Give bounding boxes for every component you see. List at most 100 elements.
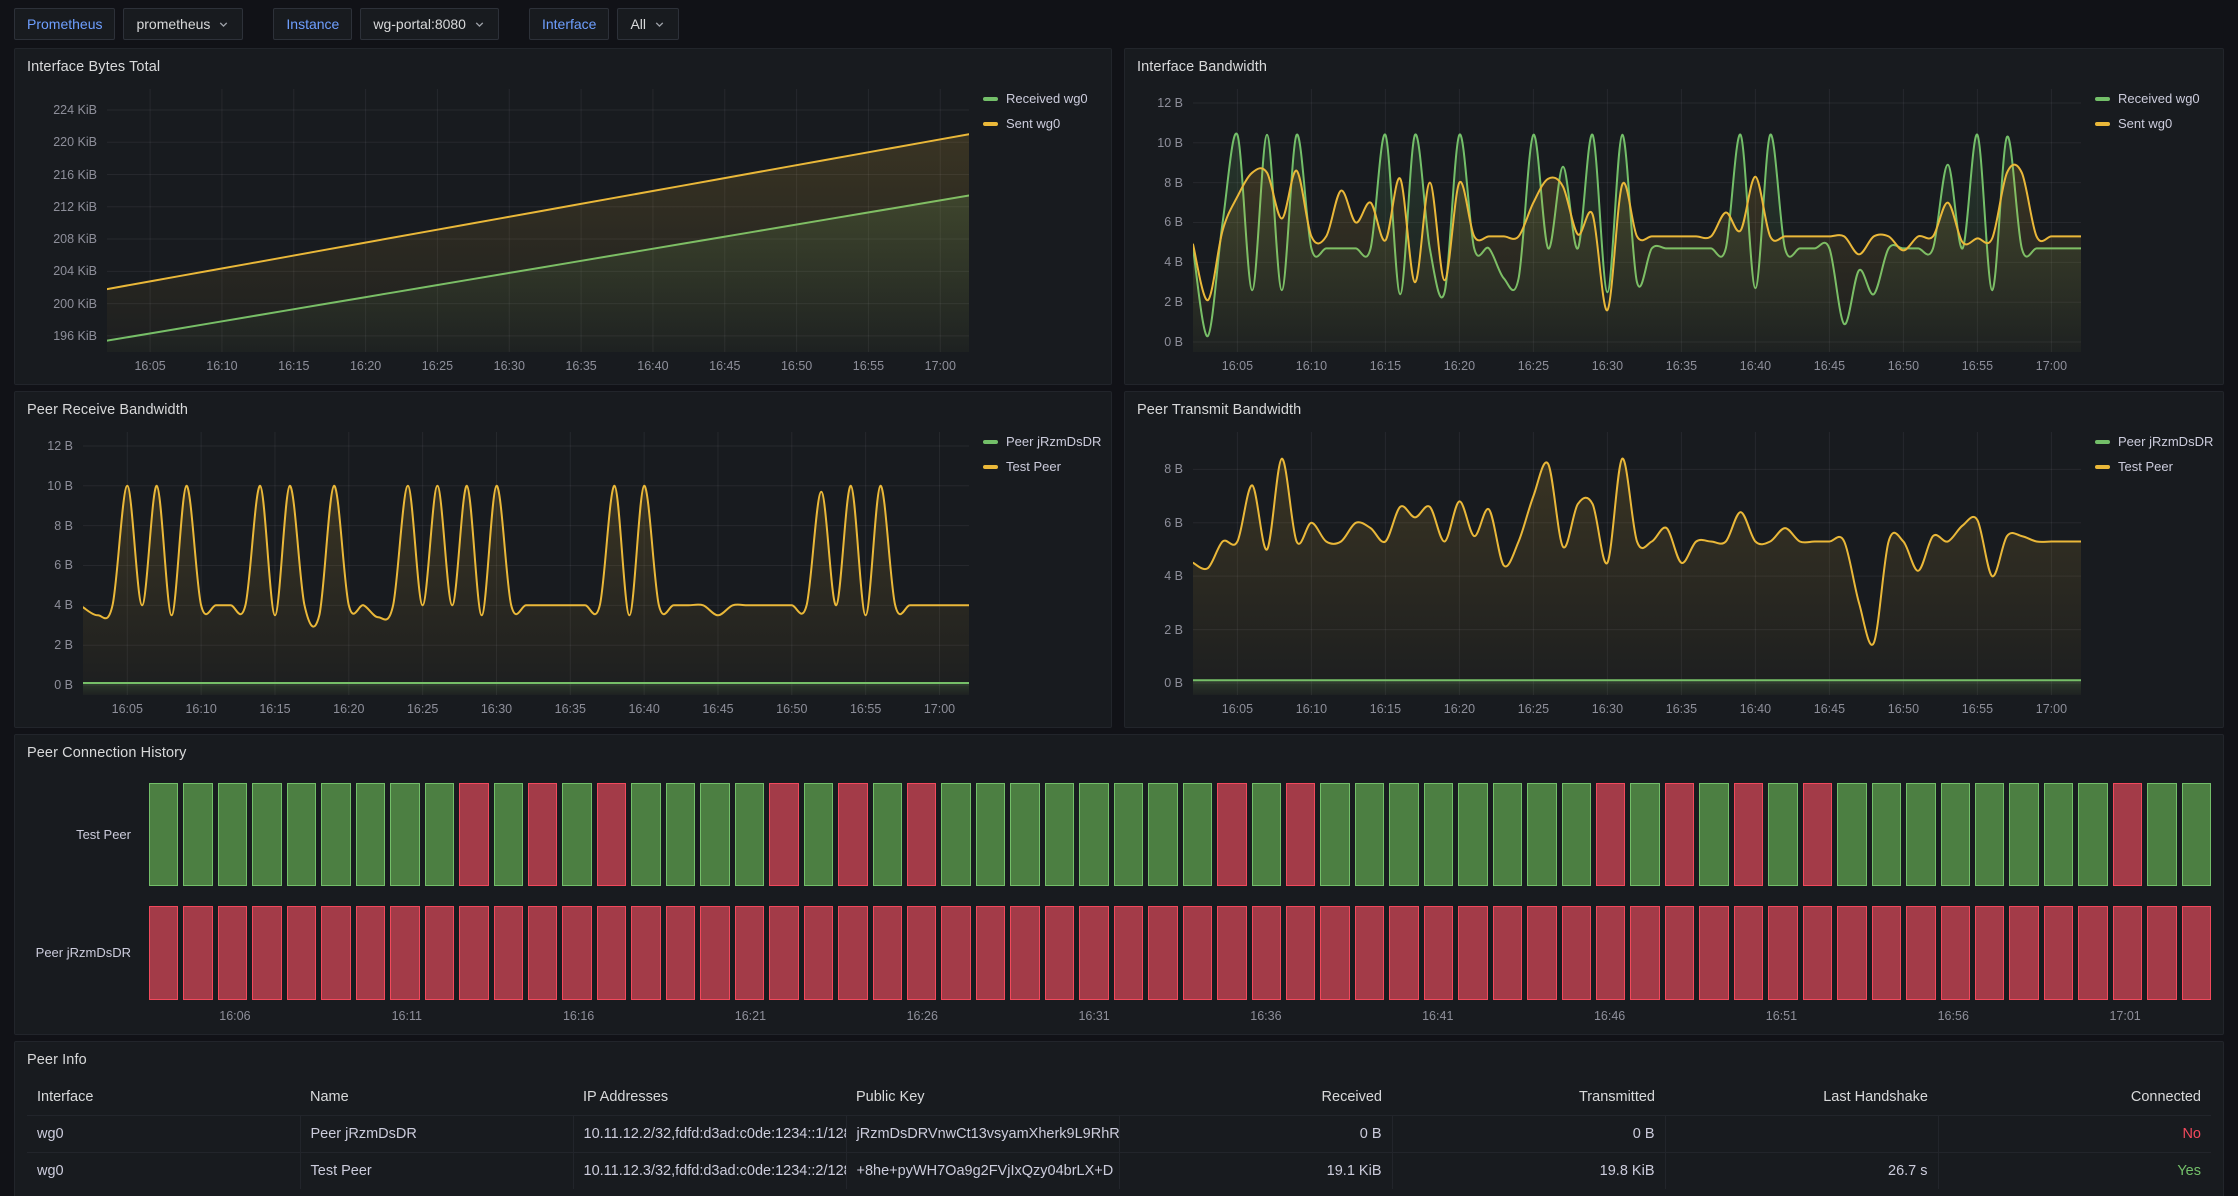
state-bar-connected	[1010, 783, 1039, 886]
y-tick-label: 0 B	[1164, 676, 1183, 690]
plot-area[interactable]: 16:0516:1016:1516:2016:2516:3016:3516:40…	[107, 89, 969, 378]
legend: Peer jRzmDsDR Test Peer	[2081, 432, 2215, 721]
x-tick-label: 16:30	[486, 359, 532, 373]
plot-area[interactable]: 16:0516:1016:1516:2016:2516:3016:3516:40…	[1193, 89, 2081, 378]
panel-title[interactable]: Interface Bytes Total	[27, 59, 160, 75]
state-bar-connected	[494, 783, 523, 886]
table-cell: Test Peer	[300, 1153, 573, 1190]
state-bar-disconnected	[976, 906, 1005, 1001]
state-bar-connected	[183, 783, 212, 886]
state-bar-connected	[390, 783, 419, 886]
x-tick-label: 16:40	[630, 359, 676, 373]
state-bar-disconnected	[528, 783, 557, 886]
legend-item[interactable]: Received wg0	[983, 91, 1088, 106]
plot-canvas[interactable]	[83, 432, 969, 695]
state-bar-connected	[2078, 783, 2107, 886]
legend-item[interactable]: Peer jRzmDsDR	[2095, 434, 2213, 449]
state-bar-disconnected	[1079, 906, 1108, 1001]
state-bar-disconnected	[907, 783, 936, 886]
panel-title[interactable]: Interface Bandwidth	[1137, 59, 1267, 75]
state-bar-disconnected	[1114, 906, 1143, 1001]
state-bar-disconnected	[1217, 906, 1246, 1001]
time-series-chart[interactable]: 8 B6 B4 B2 B0 B16:0516:1016:1516:2016:25…	[1137, 432, 2215, 721]
state-bar-connected	[2044, 783, 2073, 886]
x-tick-label: 16:51	[1756, 1009, 1806, 1023]
state-bar-connected	[1699, 783, 1728, 886]
legend-item[interactable]: Peer jRzmDsDR	[983, 434, 1101, 449]
x-tick-label: 16:10	[178, 702, 224, 716]
x-tick-label: 16:20	[1436, 359, 1482, 373]
state-bar-disconnected	[1734, 783, 1763, 886]
variable-dropdown-interface[interactable]: All	[617, 8, 679, 40]
timeline-bars[interactable]	[149, 906, 2211, 1001]
state-bar-connected	[1493, 783, 1522, 886]
state-bar-disconnected	[1768, 906, 1797, 1001]
column-header-received[interactable]: Received	[1119, 1080, 1392, 1116]
x-tick-label: 16:41	[1413, 1009, 1463, 1023]
state-bar-disconnected	[494, 906, 523, 1001]
column-header-name[interactable]: Name	[300, 1080, 573, 1116]
panel-title[interactable]: Peer Transmit Bandwidth	[1137, 402, 1301, 418]
state-bar-disconnected	[769, 783, 798, 886]
column-header-last-handshake[interactable]: Last Handshake	[1665, 1080, 1938, 1116]
time-series-chart[interactable]: 12 B10 B8 B6 B4 B2 B0 B16:0516:1016:1516…	[1137, 89, 2215, 378]
column-header-connected[interactable]: Connected	[1938, 1080, 2211, 1116]
y-axis: 12 B10 B8 B6 B4 B2 B0 B	[1137, 89, 1193, 378]
column-header-transmitted[interactable]: Transmitted	[1392, 1080, 1665, 1116]
legend-item[interactable]: Sent wg0	[2095, 116, 2172, 131]
state-bar-disconnected	[1010, 906, 1039, 1001]
x-tick-label: 16:40	[1732, 359, 1778, 373]
x-tick-label: 16:55	[845, 359, 891, 373]
legend-series-color	[2095, 465, 2110, 469]
plot-canvas[interactable]	[1193, 89, 2081, 352]
variable-dropdown-instance[interactable]: wg-portal:8080	[360, 8, 499, 40]
state-bar-disconnected	[1217, 783, 1246, 886]
x-tick-label: 16:20	[1436, 702, 1482, 716]
x-tick-label: 17:00	[917, 359, 963, 373]
peer-info-table-grid: InterfaceNameIP AddressesPublic KeyRecei…	[27, 1080, 2211, 1189]
state-bar-connected	[425, 783, 454, 886]
x-tick-label: 16:45	[1806, 702, 1852, 716]
timeline-bars[interactable]	[149, 783, 2211, 886]
time-series-chart[interactable]: 12 B10 B8 B6 B4 B2 B0 B16:0516:1016:1516…	[27, 432, 1103, 721]
state-timeline[interactable]: Test PeerPeer jRzmDsDR16:0616:1116:1616:…	[27, 775, 2211, 1028]
legend-item[interactable]: Test Peer	[2095, 459, 2173, 474]
state-bar-disconnected	[631, 906, 660, 1001]
plot-canvas[interactable]	[107, 89, 969, 352]
plot-area[interactable]: 16:0516:1016:1516:2016:2516:3016:3516:40…	[1193, 432, 2081, 721]
plot-area[interactable]: 16:0516:1016:1516:2016:2516:3016:3516:40…	[83, 432, 969, 721]
x-tick-label: 16:45	[695, 702, 741, 716]
y-tick-label: 8 B	[1164, 462, 1183, 476]
x-tick-label: 16:30	[473, 702, 519, 716]
table-row: wg0Test Peer10.11.12.3/32,fdfd:d3ad:c0de…	[27, 1153, 2211, 1190]
state-bar-connected	[252, 783, 281, 886]
x-tick-label: 17:00	[916, 702, 962, 716]
state-bar-disconnected	[287, 906, 316, 1001]
variable-dropdown-prometheus[interactable]: prometheus	[123, 8, 243, 40]
panel-title[interactable]: Peer Info	[27, 1052, 87, 1068]
state-bar-connected	[149, 783, 178, 886]
legend-item[interactable]: Sent wg0	[983, 116, 1060, 131]
x-tick-label: 16:45	[702, 359, 748, 373]
state-bar-disconnected	[1355, 906, 1384, 1001]
column-header-ip-addresses[interactable]: IP Addresses	[573, 1080, 846, 1116]
x-tick-label: 16:31	[1069, 1009, 1119, 1023]
state-bar-disconnected	[1941, 906, 1970, 1001]
y-tick-label: 4 B	[1164, 569, 1183, 583]
column-header-interface[interactable]: Interface	[27, 1080, 300, 1116]
plot-canvas[interactable]	[1193, 432, 2081, 695]
panel-title[interactable]: Peer Receive Bandwidth	[27, 402, 188, 418]
legend-item[interactable]: Received wg0	[2095, 91, 2200, 106]
state-bar-connected	[2182, 783, 2211, 886]
panel-title[interactable]: Peer Connection History	[27, 745, 186, 761]
state-bar-disconnected	[2113, 906, 2142, 1001]
y-axis: 8 B6 B4 B2 B0 B	[1137, 432, 1193, 721]
column-header-public-key[interactable]: Public Key	[846, 1080, 1119, 1116]
x-tick-label: 16:15	[252, 702, 298, 716]
x-tick-label: 16:15	[1362, 702, 1408, 716]
time-series-chart[interactable]: 224 KiB220 KiB216 KiB212 KiB208 KiB204 K…	[27, 89, 1103, 378]
y-tick-label: 224 KiB	[53, 103, 97, 117]
legend-item[interactable]: Test Peer	[983, 459, 1061, 474]
x-tick-label: 16:20	[326, 702, 372, 716]
y-tick-label: 12 B	[47, 439, 73, 453]
